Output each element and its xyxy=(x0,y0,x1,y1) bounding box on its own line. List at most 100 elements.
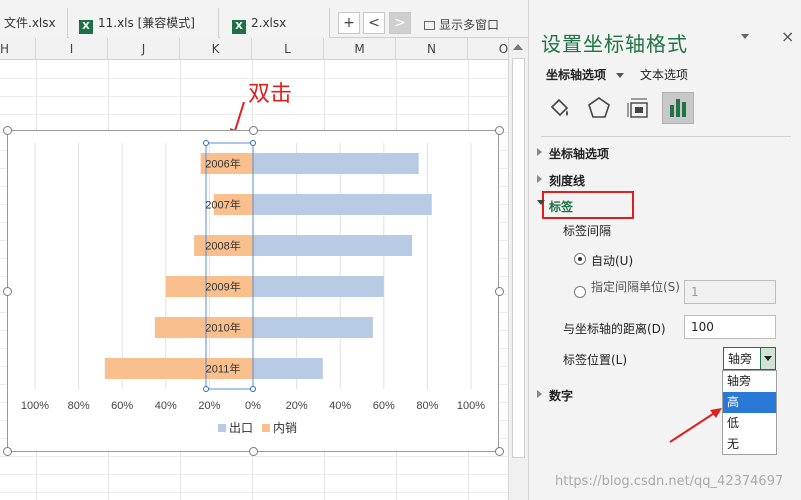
grid-row-line xyxy=(0,474,508,475)
workbook-tab-bar: 文件.xlsx X 11.xls [兼容模式] X 2.xlsx + < > 显示多… xyxy=(0,0,528,38)
bar-export[interactable] xyxy=(253,235,413,256)
bar-export[interactable] xyxy=(253,194,432,215)
dropdown-triangle xyxy=(764,356,772,361)
chart-area[interactable]: 100% 80% 60% 40% 20% 0% 20% 40% 60% 80% 100% 2006年 2… xyxy=(7,130,499,452)
vertical-scrollbar[interactable] xyxy=(508,38,528,500)
pane-title: 设置坐标轴格式 xyxy=(541,32,688,56)
radio-specify-interval[interactable] xyxy=(574,286,586,298)
x-tick-label: 100% xyxy=(457,400,485,412)
interval-unit-input[interactable]: 1 xyxy=(684,280,776,304)
bar-chart-icon xyxy=(670,99,686,117)
bar-export[interactable] xyxy=(253,358,323,379)
section-axis-options-label: 坐标轴选项 xyxy=(549,147,610,161)
column-header-l[interactable]: L xyxy=(252,38,324,60)
axis-options-chart-icon[interactable] xyxy=(662,92,694,124)
butterfly-bar-chart[interactable]: 100% 80% 60% 40% 20% 0% 20% 40% 60% 80% 100% 2006年 2… xyxy=(8,131,498,451)
category-label: 2007年 xyxy=(205,198,240,212)
resize-handle-tl[interactable] xyxy=(3,126,12,135)
multi-window-icon xyxy=(424,21,435,30)
close-icon[interactable]: × xyxy=(781,27,794,46)
column-header-i[interactable]: I xyxy=(36,38,108,60)
option-low[interactable]: 低 xyxy=(723,413,776,434)
x-tick-label: 60% xyxy=(111,400,133,412)
selection-handle xyxy=(203,386,209,392)
section-axis-options[interactable]: 坐标轴选项 xyxy=(537,145,610,162)
selection-handle xyxy=(250,140,256,146)
expand-triangle-icon xyxy=(537,390,542,398)
dropdown-arrow-icon[interactable] xyxy=(760,348,775,369)
next-tab-button[interactable]: > xyxy=(389,12,411,34)
effects-pentagon-icon[interactable] xyxy=(586,95,612,121)
option-next-to-axis[interactable]: 轴旁 xyxy=(723,371,776,392)
label-position-select[interactable]: 轴旁 xyxy=(723,347,776,370)
watermark-text: https://blog.csdn.net/qq_42374697 xyxy=(555,474,784,489)
legend-label: 内销 xyxy=(273,421,297,435)
legend-label: 出口 xyxy=(229,421,253,435)
column-header-k[interactable]: K xyxy=(180,38,252,60)
label-position-label: 标签位置(L) xyxy=(563,353,628,367)
resize-handle-b[interactable] xyxy=(249,447,258,456)
radio-auto-label[interactable]: 自动(U) xyxy=(591,252,633,269)
bar-export[interactable] xyxy=(253,276,384,297)
section-number-label: 数字 xyxy=(549,389,574,403)
column-header-j[interactable]: J xyxy=(108,38,180,60)
new-tab-button[interactable]: + xyxy=(338,12,360,34)
prev-tab-button[interactable]: < xyxy=(363,12,385,34)
label-position-dropdown: 轴旁 高 低 无 xyxy=(722,370,777,455)
label-position-value: 轴旁 xyxy=(728,352,753,366)
resize-handle-br[interactable] xyxy=(495,447,504,456)
excel-file-icon: X xyxy=(79,20,93,34)
excel-file-icon: X xyxy=(232,20,246,34)
radio-specify-label[interactable]: 指定间隔单位(S) xyxy=(591,278,680,298)
tab-text-options[interactable]: 文本选项 xyxy=(640,66,688,83)
column-header-n[interactable]: N xyxy=(396,38,468,60)
column-header-h[interactable]: H xyxy=(0,38,36,60)
section-tick-marks[interactable]: 刻度线 xyxy=(537,172,586,189)
label-interval-heading: 标签间隔 xyxy=(563,224,612,238)
section-number[interactable]: 数字 xyxy=(537,387,574,404)
x-tick-label: 20% xyxy=(198,400,220,412)
option-none[interactable]: 无 xyxy=(723,434,776,455)
size-properties-icon[interactable] xyxy=(626,95,652,121)
bar-export[interactable] xyxy=(253,317,373,338)
selection-handle xyxy=(250,386,256,392)
column-header-o[interactable]: O xyxy=(468,38,508,60)
tab-label: 2.xlsx xyxy=(251,16,287,30)
workbook-tab-2[interactable]: X 2.xlsx xyxy=(220,8,330,38)
radio-auto[interactable] xyxy=(574,253,586,265)
scroll-up-icon[interactable] xyxy=(513,44,523,50)
x-tick-label: 100% xyxy=(21,400,49,412)
workbook-tab-file[interactable]: 文件.xlsx xyxy=(0,8,68,38)
x-tick-label: 60% xyxy=(373,400,395,412)
x-tick-label: 80% xyxy=(68,400,90,412)
multi-window-label: 显示多窗口 xyxy=(439,18,500,32)
radio-dot xyxy=(578,257,582,261)
selection-handle xyxy=(203,140,209,146)
category-label: 2006年 xyxy=(205,157,240,171)
section-labels[interactable]: 标签 xyxy=(537,198,574,215)
expand-triangle-icon xyxy=(537,148,542,156)
workbook-tab-11[interactable]: X 11.xls [兼容模式] xyxy=(69,8,219,38)
pane-menu-chevron-icon[interactable] xyxy=(741,34,749,39)
section-labels-label: 标签 xyxy=(549,200,574,214)
resize-handle-t[interactable] xyxy=(249,126,258,135)
resize-handle-r[interactable] xyxy=(495,287,504,296)
axis-labels-selection-box xyxy=(205,142,254,390)
column-header-row: H I J K L M N O xyxy=(0,38,508,60)
resize-handle-bl[interactable] xyxy=(3,447,12,456)
fill-line-icon[interactable] xyxy=(546,95,572,121)
column-header-m[interactable]: M xyxy=(324,38,396,60)
scroll-thumb[interactable] xyxy=(512,58,525,458)
distance-from-axis-input[interactable]: 100 xyxy=(684,315,776,339)
resize-handle-l[interactable] xyxy=(3,287,12,296)
option-high[interactable]: 高 xyxy=(723,392,776,413)
bar-export[interactable] xyxy=(253,153,419,174)
x-tick-label: 20% xyxy=(286,400,308,412)
multi-window-button[interactable]: 显示多窗口 xyxy=(424,16,499,33)
x-tick-label: 40% xyxy=(329,400,351,412)
section-tick-marks-label: 刻度线 xyxy=(549,174,586,188)
annotation-arrow-dropdown xyxy=(669,408,722,443)
tab-axis-options[interactable]: 坐标轴选项 xyxy=(546,66,625,83)
tab-label: 11.xls [兼容模式] xyxy=(98,16,195,30)
resize-handle-tr[interactable] xyxy=(495,126,504,135)
